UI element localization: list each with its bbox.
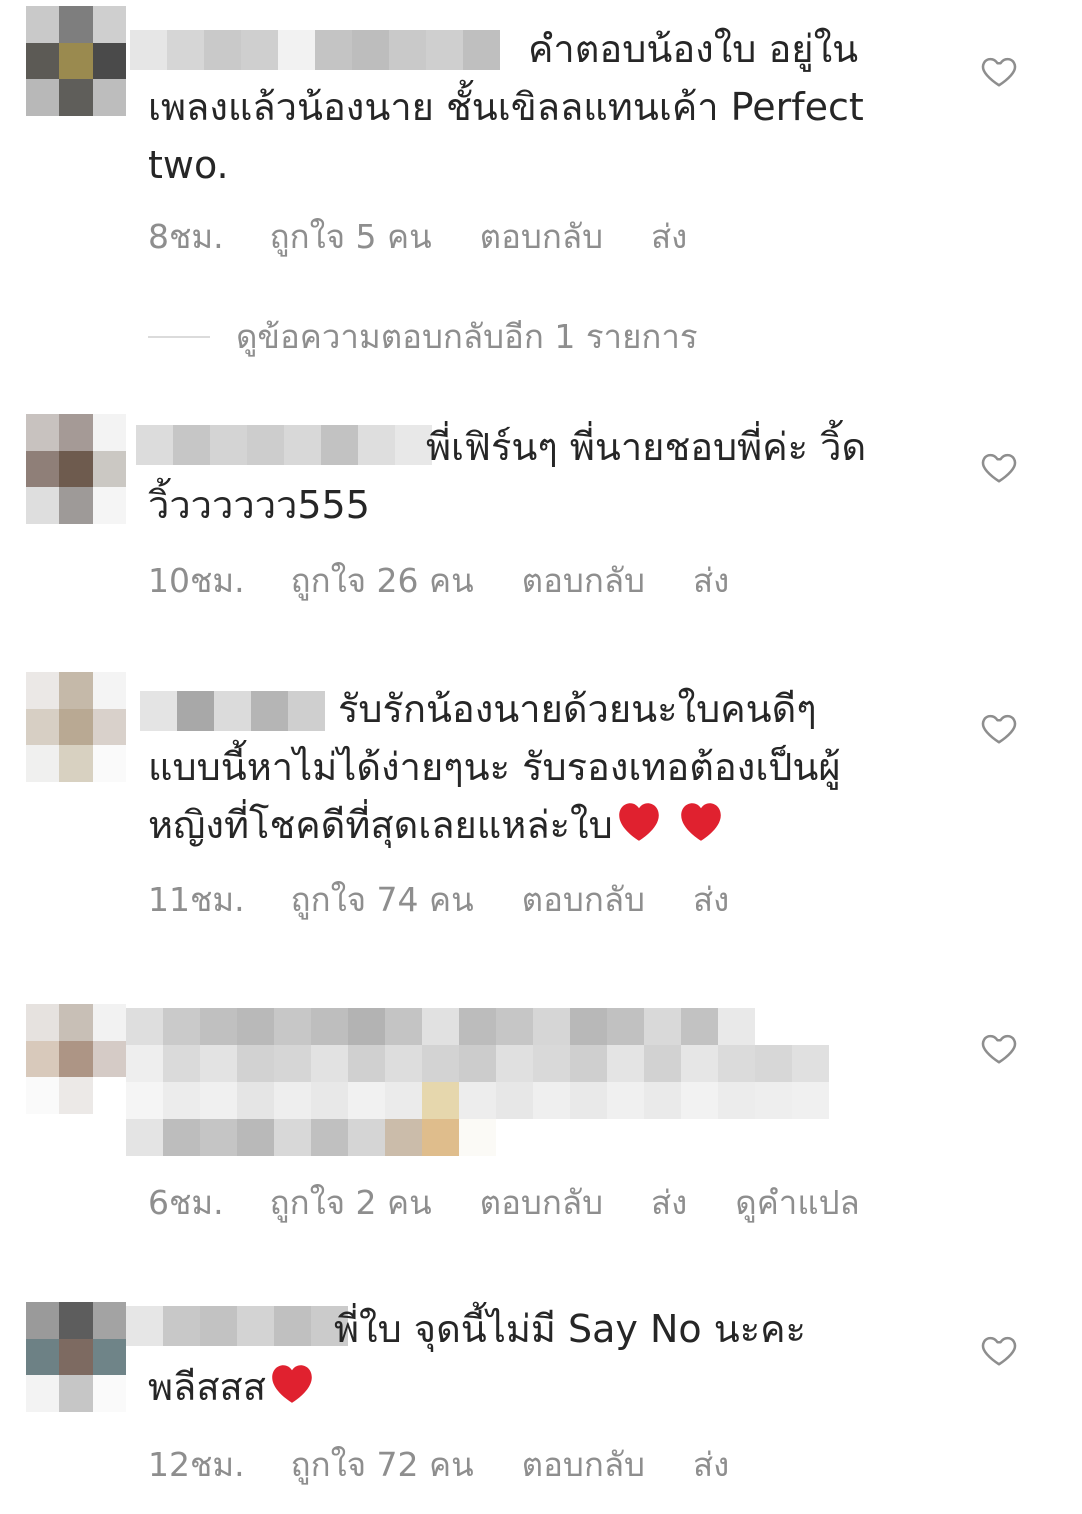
comment-meta: 6ชม. ถูกใจ 2 คน ตอบกลับ ส่ง ดูคำแปล xyxy=(148,1176,860,1229)
red-heart-emoji xyxy=(618,803,659,841)
comment-time[interactable]: 8ชม. xyxy=(148,210,224,263)
reply-button[interactable]: ตอบกลับ xyxy=(522,554,645,607)
avatar[interactable] xyxy=(26,1004,126,1114)
send-button[interactable]: ส่ง xyxy=(693,1438,729,1491)
avatar[interactable] xyxy=(26,1302,126,1412)
comment-time[interactable]: 11ชม. xyxy=(148,873,245,926)
comment-meta: 10ชม. ถูกใจ 26 คน ตอบกลับ ส่ง xyxy=(148,554,777,607)
comment-likes[interactable]: ถูกใจ 2 คน xyxy=(270,1176,432,1229)
comment-time[interactable]: 12ชม. xyxy=(148,1438,245,1491)
divider-line xyxy=(148,335,210,338)
comment-likes[interactable]: ถูกใจ 26 คน xyxy=(291,554,474,607)
avatar[interactable] xyxy=(26,414,126,524)
heart-outline-icon[interactable] xyxy=(980,448,1018,486)
red-heart-emoji xyxy=(272,1365,312,1403)
avatar[interactable] xyxy=(26,6,126,116)
comment-likes[interactable]: ถูกใจ 5 คน xyxy=(270,210,432,263)
comment-text: พี่ใบ จุดนี้ไม่มี Say No นะคะ พลีสสส xyxy=(148,1300,948,1416)
comment-text: พี่เฟิร์นๆ พี่นายชอบพี่ค่ะ วิ้ด วิ้ววววว… xyxy=(148,425,867,527)
comment-text-body: รับรักน้องนายด้วยนะใบคนดีๆ แบบนี้หาไม่ได… xyxy=(148,687,841,847)
comment-meta: 11ชม. ถูกใจ 74 คน ตอบกลับ ส่ง xyxy=(148,873,777,926)
comment-text: คำตอบน้องใบ อยู่ใน เพลงแล้วน้องนาย ชั้นเ… xyxy=(148,27,864,187)
comment-time[interactable]: 10ชม. xyxy=(148,554,245,607)
view-replies-label: ดูข้อความตอบกลับอีก 1 รายการ xyxy=(236,317,698,356)
heart-outline-icon[interactable] xyxy=(980,1029,1018,1067)
comment-text-blurred xyxy=(126,1008,840,1156)
reply-button[interactable]: ตอบกลับ xyxy=(522,873,645,926)
send-button[interactable]: ส่ง xyxy=(693,554,729,607)
comment-likes[interactable]: ถูกใจ 74 คน xyxy=(291,873,474,926)
comment-meta: 12ชม. ถูกใจ 72 คน ตอบกลับ ส่ง xyxy=(148,1438,777,1491)
view-replies-button[interactable]: ดูข้อความตอบกลับอีก 1 รายการ xyxy=(148,310,698,363)
avatar[interactable] xyxy=(26,672,126,782)
comment-meta: 8ชม. ถูกใจ 5 คน ตอบกลับ ส่ง xyxy=(148,210,735,263)
send-button[interactable]: ส่ง xyxy=(693,873,729,926)
reply-button[interactable]: ตอบกลับ xyxy=(480,210,603,263)
red-heart-emoji xyxy=(680,803,721,841)
comment-time[interactable]: 6ชม. xyxy=(148,1176,224,1229)
heart-outline-icon[interactable] xyxy=(980,1331,1018,1369)
reply-button[interactable]: ตอบกลับ xyxy=(522,1438,645,1491)
comment-likes[interactable]: ถูกใจ 72 คน xyxy=(291,1438,474,1491)
heart-outline-icon[interactable] xyxy=(980,709,1018,747)
translate-button[interactable]: ดูคำแปล xyxy=(735,1176,859,1229)
comment-text: รับรักน้องนายด้วยนะใบคนดีๆ แบบนี้หาไม่ได… xyxy=(148,680,948,854)
send-button[interactable]: ส่ง xyxy=(651,1176,687,1229)
reply-button[interactable]: ตอบกลับ xyxy=(480,1176,603,1229)
heart-outline-icon[interactable] xyxy=(980,52,1018,90)
comment-text-body: พี่ใบ จุดนี้ไม่มี Say No นะคะ พลีสสส xyxy=(148,1307,806,1409)
send-button[interactable]: ส่ง xyxy=(651,210,687,263)
